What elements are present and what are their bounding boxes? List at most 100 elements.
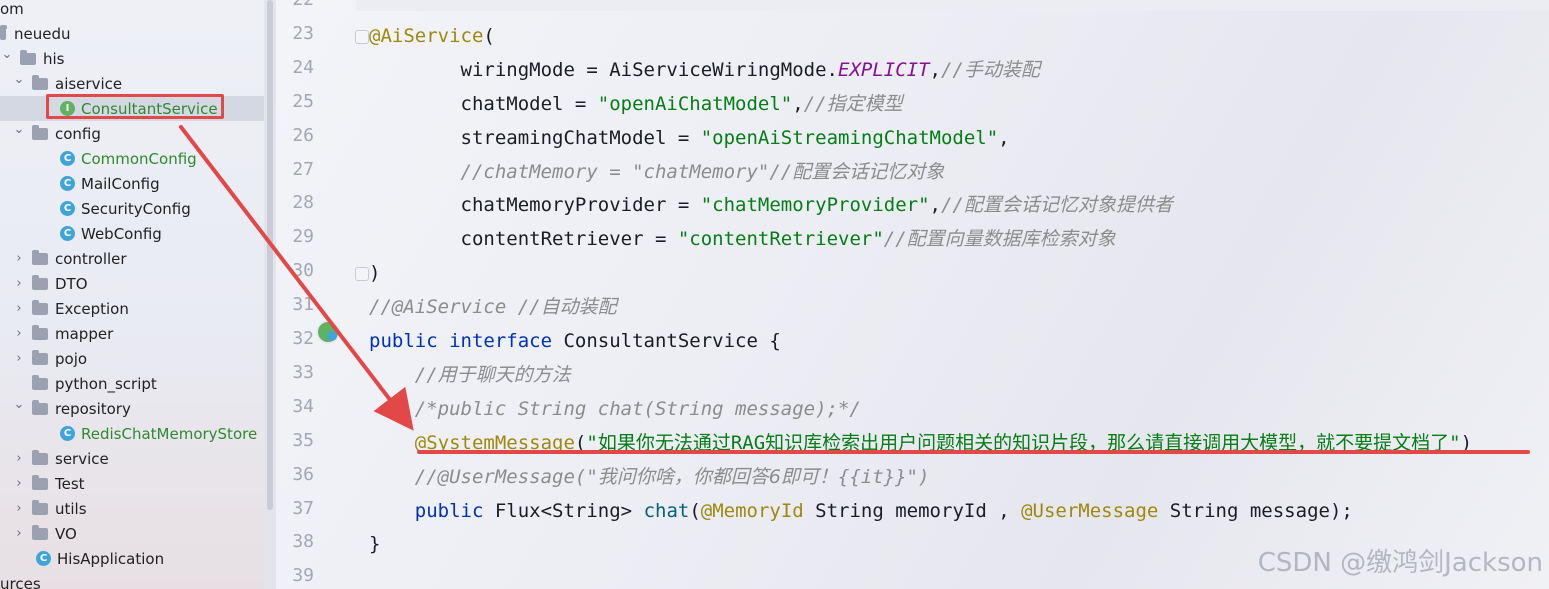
tree-item-label: SecurityConfig: [81, 199, 191, 218]
tree-item[interactable]: om: [0, 0, 264, 21]
chevron-right-icon[interactable]: ›: [12, 451, 26, 466]
chevron-right-icon[interactable]: ›: [12, 276, 26, 291]
code-line[interactable]: ): [369, 261, 380, 285]
tree-item[interactable]: C SecurityConfig: [0, 196, 264, 221]
chevron-right-icon[interactable]: ›: [12, 476, 26, 491]
tree-item[interactable]: › Exception: [0, 296, 264, 321]
tree-item[interactable]: ⌄ repository: [0, 396, 264, 421]
scrollbar-thumb[interactable]: [267, 0, 273, 510]
folder-icon: [32, 324, 48, 340]
code-token: "contentRetriever": [677, 228, 884, 251]
line-number: 28: [292, 192, 314, 214]
tree-item[interactable]: › VO: [0, 521, 264, 546]
code-token: //@UserMessage(": [369, 465, 598, 488]
code-line[interactable]: public Flux<String> chat(@MemoryId Strin…: [369, 499, 1353, 523]
code-token: ): [369, 262, 381, 285]
code-line[interactable]: }: [369, 532, 380, 556]
tree-item[interactable]: › DTO: [0, 271, 264, 296]
chevron-right-icon[interactable]: ›: [12, 501, 26, 516]
tree-item[interactable]: C HisApplication: [0, 546, 264, 571]
code-token: @UserMessage: [1021, 499, 1170, 522]
tree-item[interactable]: › mapper: [0, 321, 264, 346]
code-line[interactable]: chatModel = "openAiChatModel",//指定模型: [369, 92, 903, 116]
code-line[interactable]: @AiService(: [369, 24, 495, 48]
chevron-down-icon[interactable]: ⌄: [12, 122, 26, 137]
code-line[interactable]: streamingChatModel = "openAiStreamingCha…: [369, 126, 1010, 150]
tree-item-label: utils: [55, 499, 87, 518]
code-token: (: [689, 499, 701, 522]
chevron-right-icon[interactable]: ›: [12, 526, 26, 541]
watermark: CSDN @缴鸿剑Jackson: [1257, 548, 1543, 578]
code-line[interactable]: //@UserMessage("我问你啥，你都回答6即可！{{it}}"): [369, 465, 930, 489]
chevron-down-icon[interactable]: ⌄: [0, 47, 14, 62]
chevron-right-icon[interactable]: ›: [12, 351, 26, 366]
code-token: {{it}}"): [837, 465, 930, 488]
code-line[interactable]: //用于聊天的方法: [369, 363, 571, 387]
code-token: //: [369, 363, 438, 386]
tree-item[interactable]: C MailConfig: [0, 171, 264, 196]
tree-item-label: Exception: [55, 299, 129, 318]
code-line[interactable]: contentRetriever = "contentRetriever"//配…: [369, 227, 1116, 251]
tree-item[interactable]: C CommonConfig: [0, 146, 264, 171]
code-token: contentRetriever =: [369, 228, 678, 251]
tree-item[interactable]: python_script: [0, 371, 264, 396]
code-line[interactable]: //@AiService //自动装配: [369, 295, 617, 319]
project-tree: om neuedu ⌄ his ⌄ aiservice I ConsultantService…: [0, 0, 264, 589]
tree-item-label: python_script: [55, 374, 157, 393]
fold-marker-icon[interactable]: [355, 267, 369, 282]
tree-item[interactable]: ⌄ aiservice: [0, 71, 264, 96]
code-line[interactable]: chatMemoryProvider = "chatMemoryProvider…: [369, 193, 1173, 217]
fold-marker-icon[interactable]: [355, 29, 369, 44]
code-token: chatMemoryProvider =: [369, 194, 701, 217]
implementation-gutter-icon[interactable]: [316, 320, 340, 344]
code-line[interactable]: wiringMode = AiServiceWiringMode.EXPLICI…: [369, 58, 1040, 82]
tree-scrollbar[interactable]: [264, 0, 276, 589]
code-token: 我问你啥，你都回答6即可！: [597, 465, 838, 488]
tree-item-label: VO: [55, 524, 77, 543]
tree-item[interactable]: › Test: [0, 471, 264, 496]
tree-item-label: Test: [55, 474, 85, 493]
tree-item[interactable]: neuedu: [0, 21, 264, 46]
code-line[interactable]: public interface ConsultantService {: [369, 329, 781, 353]
tree-item-label: DTO: [55, 274, 88, 293]
tree-item[interactable]: C RedisChatMemoryStore: [0, 421, 264, 446]
line-number: 35: [292, 429, 314, 451]
code-token: String memoryId ,: [815, 499, 1022, 522]
tree-item[interactable]: › utils: [0, 496, 264, 521]
code-token: chat: [643, 499, 690, 522]
code-token: @AiService: [369, 24, 484, 47]
code-editor[interactable]: 22 23 24 25 26 27 28 29 30 31 32 33 34 35 36 37 38 39 @Ai…: [276, 0, 1549, 589]
folder-icon: [32, 74, 48, 90]
tree-item[interactable]: urces: [0, 571, 264, 589]
tree-item[interactable]: › pojo: [0, 346, 264, 371]
code-token: chatModel =: [369, 92, 598, 115]
code-token: String message);: [1169, 499, 1353, 522]
editor-gutter: 22 23 24 25 26 27 28 29 30 31 32 33 34 35 36 37 38 39: [276, 0, 369, 589]
tree-item[interactable]: ⌄ his: [0, 46, 264, 71]
tree-item[interactable]: C WebConfig: [0, 221, 264, 246]
chevron-right-icon[interactable]: ›: [12, 251, 26, 266]
code-line[interactable]: //chatMemory = "chatMemory"//配置会话记忆对象: [369, 160, 945, 184]
chevron-down-icon[interactable]: ⌄: [12, 72, 26, 87]
chevron-right-icon[interactable]: ›: [12, 326, 26, 341]
code-token: 配置会话记忆对象: [792, 160, 945, 183]
chevron-down-icon[interactable]: ⌄: [12, 397, 26, 412]
tree-item[interactable]: › controller: [0, 246, 264, 271]
tree-item[interactable]: ⌄ config: [0, 121, 264, 146]
code-token: //: [883, 228, 907, 251]
editor-top-strip: [356, 0, 1549, 11]
code-line[interactable]: /*public String chat(String message);*/: [369, 397, 861, 421]
code-token: 配置向量数据库检索对象: [906, 228, 1116, 251]
line-number: 26: [292, 124, 314, 146]
folder-icon: [32, 524, 48, 540]
code-token: ConsultantService {: [563, 330, 781, 352]
code-token: "openAiChatModel": [597, 92, 793, 115]
code-token: (: [483, 24, 495, 47]
folder-icon: [32, 349, 48, 365]
tree-item-label: repository: [55, 399, 131, 418]
tree-item[interactable]: › service: [0, 446, 264, 471]
line-number: 23: [292, 22, 314, 44]
chevron-right-icon[interactable]: ›: [12, 301, 26, 316]
code-token: @MemoryId: [700, 499, 816, 522]
line-number: 36: [292, 463, 314, 485]
